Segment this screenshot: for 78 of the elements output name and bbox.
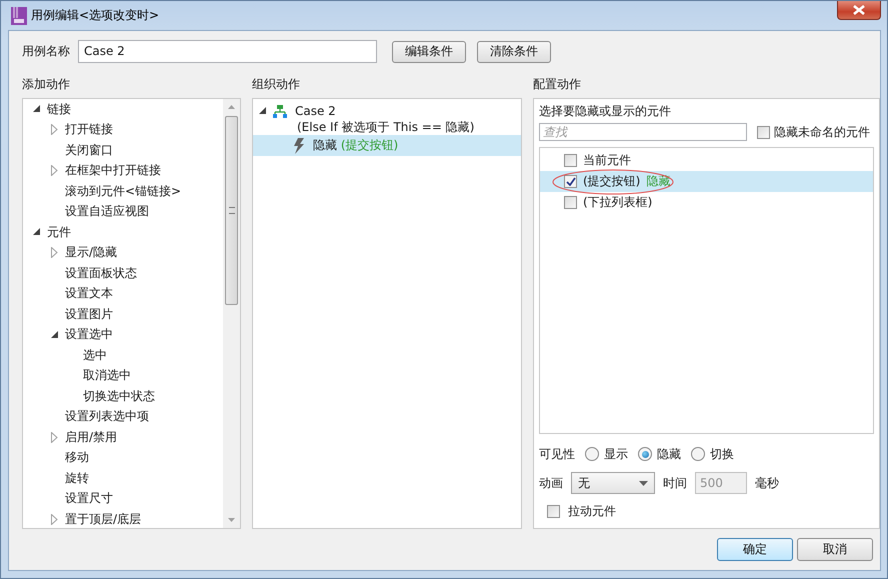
radio-button[interactable] (638, 447, 652, 461)
case-condition: (Else If 被选项于 This == 隐藏) (296, 119, 476, 135)
animation-dropdown[interactable]: 无 (571, 472, 655, 494)
window-title: 用例编辑<选项改变时> (31, 7, 160, 24)
tree-item[interactable]: 关闭窗口 (65, 142, 113, 159)
section-heading: 配置动作 (533, 76, 582, 93)
case-name-field[interactable]: Case 2 (78, 40, 377, 63)
tree-item[interactable]: 在框架中打开链接 (65, 162, 161, 180)
checkbox[interactable] (564, 154, 577, 167)
tree-item[interactable]: 滚动到元件<锚链接> (65, 182, 182, 200)
widget-status: 隐藏 (646, 173, 670, 190)
time-label: 时间 (663, 474, 687, 492)
widget-row[interactable]: (下拉列表框) (540, 192, 873, 213)
widget-name: (下拉列表框) (583, 194, 652, 211)
condition-button[interactable]: 编辑条件 (392, 40, 466, 62)
radio-label: 显示 (604, 446, 628, 462)
animation-label: 动画 (539, 474, 563, 492)
tree-item[interactable]: 取消选中 (83, 367, 131, 384)
widget-name: 当前元件 (583, 152, 631, 169)
tree-item[interactable]: 设置文本 (65, 285, 113, 302)
tree-item[interactable]: 选中 (83, 346, 107, 364)
case-label[interactable]: Case 2 (295, 104, 336, 118)
radio-button[interactable] (691, 447, 705, 461)
caret-icon (639, 481, 648, 486)
tree-item[interactable]: 链接 (47, 100, 71, 118)
collapsed-triangle-icon[interactable] (51, 124, 58, 136)
radio-label: 隐藏 (657, 446, 681, 462)
tree-item[interactable]: 显示/隐藏 (65, 244, 118, 262)
radio-label: 切换 (710, 446, 734, 462)
search-field[interactable]: 查找 (539, 123, 747, 141)
action-row[interactable]: 隐藏 (提交按钮) (253, 135, 521, 156)
widget-row[interactable]: 当前元件 (540, 150, 873, 171)
checkbox-label: 拉动元件 (568, 502, 616, 520)
tree-item[interactable]: 置于顶层/底层 (65, 510, 142, 528)
tree-item[interactable]: 设置尺寸 (65, 490, 113, 508)
tree-item[interactable]: 设置图片 (65, 306, 113, 323)
expanded-triangle-icon[interactable] (259, 107, 267, 115)
action-text: 隐藏 (提交按钮) (313, 137, 398, 154)
visibility-label: 可见性 (539, 446, 575, 462)
expanded-triangle-icon[interactable] (33, 105, 41, 114)
tree-item[interactable]: 设置选中 (65, 326, 113, 344)
tree-item[interactable]: 元件 (47, 224, 71, 241)
collapsed-triangle-icon[interactable] (51, 165, 58, 176)
section-heading: 添加动作 (22, 76, 71, 93)
collapsed-triangle-icon[interactable] (51, 514, 58, 525)
prompt-text: 选择要隐藏或显示的元件 (539, 103, 672, 120)
tree-item[interactable]: 打开链接 (65, 121, 113, 138)
case-name-label: 用例名称 (22, 43, 71, 60)
expanded-triangle-icon[interactable] (33, 228, 41, 236)
app-logo-icon (11, 6, 27, 24)
checkbox[interactable] (564, 196, 577, 209)
tree-item[interactable]: 移动 (65, 449, 89, 466)
lightning-icon (293, 138, 305, 154)
checkbox[interactable] (547, 504, 560, 518)
dialog-button[interactable]: 确定 (717, 538, 793, 561)
scrollbar[interactable] (223, 99, 240, 528)
radio-button[interactable] (585, 447, 599, 461)
collapsed-triangle-icon[interactable] (51, 432, 58, 443)
close-icon (853, 5, 865, 15)
unit-label: 毫秒 (755, 474, 779, 492)
close-button[interactable] (837, 1, 881, 20)
condition-button[interactable]: 清除条件 (477, 40, 551, 62)
expanded-triangle-icon[interactable] (51, 330, 59, 339)
checkbox[interactable] (757, 126, 770, 138)
hierarchy-icon (273, 104, 287, 118)
tree-item[interactable]: 设置面板状态 (65, 264, 137, 282)
tree-item[interactable]: 设置自适应视图 (65, 203, 149, 220)
tree-item[interactable]: 启用/禁用 (65, 428, 118, 446)
section-heading: 组织动作 (252, 76, 301, 93)
dialog-button[interactable]: 取消 (797, 538, 873, 561)
tree-item[interactable]: 旋转 (65, 470, 89, 487)
widget-name: (提交按钮) (583, 173, 640, 190)
tree-item[interactable]: 切换选中状态 (83, 388, 155, 405)
widget-row[interactable]: (提交按钮) 隐藏 (540, 171, 873, 192)
collapsed-triangle-icon[interactable] (51, 247, 58, 258)
checkbox-label: 隐藏未命名的元件 (774, 124, 870, 140)
checkbox[interactable] (564, 175, 577, 188)
tree-item[interactable]: 设置列表选中项 (65, 408, 149, 426)
